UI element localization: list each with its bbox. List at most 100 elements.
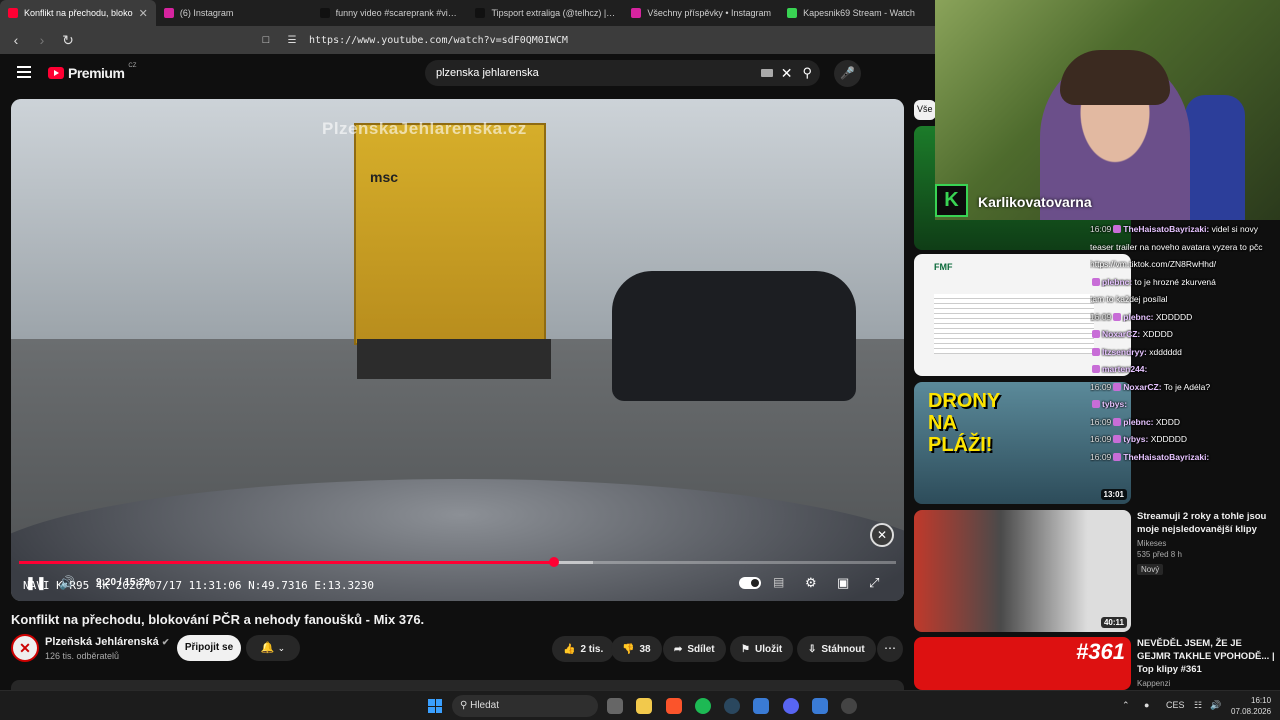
share-button[interactable]: ➦ Sdílet [663,636,726,662]
tray-chevron-icon[interactable]: ⌃ [1122,700,1130,711]
video-frame-car [612,271,856,401]
tab-favicon-icon [8,8,18,18]
webcam-overlay [935,0,1280,220]
chat-badge-icon [1092,400,1100,408]
recommendation-meta-2[interactable]: NEVĚDĚL JSEM, ŽE JE GEJMR TAKHLE VPOHODĚ… [1137,637,1277,688]
video-frame-truck: msc [354,123,546,345]
brave-icon[interactable] [666,698,682,714]
search-icon[interactable]: ⚲ [802,65,812,81]
search-input[interactable]: plzenska jehlarenska [436,67,761,79]
menu-icon[interactable] [17,66,31,78]
recommendation-thumbnail-4[interactable]: #361 [914,637,1131,690]
chat-timestamp: 16:09 [1090,224,1112,234]
ccleaner-active-icon[interactable] [812,698,828,714]
speaker-icon[interactable]: 🔊 [1210,700,1221,711]
save-label: Uložit [754,643,783,655]
tab-title: Konflikt na přechodu, bloko [24,8,133,18]
youtube-header: Premium CZ plzenska jehlarenska ✕ ⚲ 🎤 [0,54,935,94]
spotify-icon[interactable] [695,698,711,714]
browser-tab-2[interactable]: funny video #scareprank #viral #fa [312,0,468,26]
chat-text: xdddddd [1149,346,1182,357]
browser-tab-3[interactable]: Tipsport extraliga (@telhcz) | TikTok [467,0,623,26]
windows-start-icon[interactable] [428,699,442,713]
subtitles-icon[interactable]: ▤ [773,575,784,589]
browser-tab-0[interactable]: Konflikt na přechodu, bloko ✕ [0,0,156,26]
ccleaner-icon[interactable] [753,698,769,714]
new-badge: Nový [1137,564,1164,575]
search-box[interactable]: plzenska jehlarenska ✕ ⚲ [425,60,820,86]
forward-icon[interactable]: › [34,32,50,48]
thumbs-down-icon: 👎 [622,643,635,655]
url-field[interactable]: https://www.youtube.com/watch?v=sdF0QM0I… [309,35,568,46]
browser-tab-5[interactable]: Kapesnik69 Stream - Watch [779,0,935,26]
youtube-logo[interactable]: Premium CZ [48,63,136,81]
tab-title: Tipsport extraliga (@telhcz) | TikTok [491,8,615,18]
notifications-button[interactable]: 🔔 ⌄ [246,635,300,661]
chat-overlay: 16:09 TheHaisatoBayrizaki: videl si novy t… [1090,222,1280,494]
join-button[interactable]: Připojit se [177,635,241,661]
clear-search-icon[interactable]: ✕ [781,65,793,82]
steam-icon[interactable] [724,698,740,714]
filter-chip-all[interactable]: Vše [914,100,936,120]
back-icon[interactable]: ‹ [8,32,24,48]
settings-icon[interactable]: ⚙ [805,575,817,591]
theater-mode-icon[interactable]: ▣ [837,575,849,591]
streamer-name: Karlikovatovarna [978,194,1092,210]
browser-tab-4[interactable]: Všechny příspěvky • Instagram [623,0,779,26]
progress-bar[interactable] [19,557,896,567]
task-view-icon[interactable] [607,698,623,714]
chat-text: teaser trailer na noveho avatara vyzera … [1090,241,1263,252]
chat-badge-icon [1092,365,1100,373]
chat-username: NoxarCZ: [1102,329,1141,339]
download-button[interactable]: ⇩ Stáhnout [797,636,876,662]
like-button[interactable]: 👍 2 tis. [552,636,615,662]
share-label: Sdílet [687,643,715,655]
tab-favicon-icon [163,8,174,18]
close-overlay-icon[interactable]: ✕ [870,523,894,547]
reload-icon[interactable]: ↻ [60,32,76,49]
channel-avatar[interactable]: ✕ [11,634,39,662]
keyboard-icon[interactable] [760,69,773,77]
discord-icon[interactable] [783,698,799,714]
fullscreen-icon[interactable]: ⤢ [869,575,879,591]
dashcam-overlay-text: NAVI K R95 4K 2026/07/17 11:31:06 N:49.7… [23,579,374,592]
clock[interactable]: 16:10 07.08.2026 [1231,695,1271,717]
autoplay-toggle[interactable] [739,577,761,589]
close-tab-icon[interactable]: ✕ [139,7,148,20]
save-button[interactable]: ⚑ Uložit [730,636,794,662]
chat-message: Itzsendryy: xdddddd [1090,347,1280,357]
app-icon[interactable] [841,698,857,714]
pause-icon[interactable]: ❚❚ [25,575,47,591]
chat-username: TheHaisatoBayrizaki: [1123,224,1210,234]
chat-username: TheHaisatoBayrizaki: [1123,451,1210,462]
video-player[interactable]: msc PlzenskaJehlarenska.cz ✕ NAVI K R95 … [11,99,904,601]
file-explorer-icon[interactable] [636,698,652,714]
taskbar-search[interactable]: ⚲ Hledat [452,695,598,717]
tab-favicon-icon [787,8,798,18]
taskbar-search-label: Hledat [470,700,500,711]
channel-name[interactable]: Plzeňská Jehlárenská ✔ [45,636,169,648]
chat-text: To je Adéla? [1163,381,1211,392]
recommendation-info-1: 535 před 8 h [1137,550,1182,559]
bookmark-icon[interactable]: □ [258,34,274,46]
more-actions-icon[interactable]: ⋯ [877,636,903,662]
dislike-button[interactable]: 👎 38 [611,636,662,662]
volume-icon[interactable]: 🔊 [59,575,75,591]
browser-tabbar: Konflikt na přechodu, bloko ✕ (6) Instagra… [0,0,935,26]
browser-tab-1[interactable]: (6) Instagram [156,0,312,26]
tab-favicon-icon [475,8,486,18]
chat-message: 16:09 tybys: XDDDDD [1090,434,1280,444]
recommendation-thumbnail-3[interactable]: 40:11 [914,510,1131,632]
language-indicator[interactable]: CES [1166,700,1185,710]
microphone-icon[interactable]: 🎤 [834,60,861,87]
progress-scrubber[interactable] [548,557,559,567]
chat-timestamp: 16:09 [1090,381,1112,392]
bell-icon: 🔔 [260,642,275,654]
site-info-icon[interactable]: ☰ [284,35,300,46]
chat-text: XDDDDD [1155,311,1193,322]
channel-name-text: Plzeňská Jehlárenská [45,636,159,648]
network-icon[interactable]: ☷ [1194,700,1202,711]
location-icon[interactable]: ● [1144,700,1149,710]
chat-badge-icon [1113,417,1122,426]
recommendation-meta-1[interactable]: Streamuji 2 roky a tohle jsou moje nejsl… [1137,510,1277,577]
